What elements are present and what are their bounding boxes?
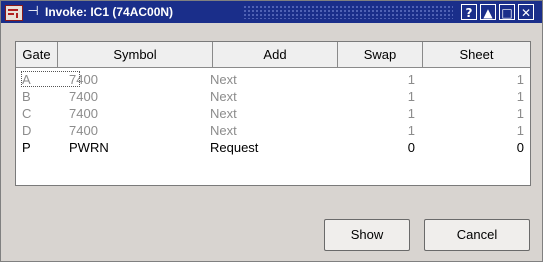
title-bar[interactable]: ⊣ Invoke: IC1 (74AC00N) ? ▲ □ ✕ [1, 1, 542, 23]
sheet-cell: 0 [516, 140, 524, 155]
symbol-cell: 7400 [69, 123, 98, 138]
close-button[interactable]: ✕ [518, 4, 534, 20]
sheet-cell: 1 [516, 106, 524, 121]
column-header-sheet[interactable]: Sheet [423, 42, 530, 68]
swap-cell: 1 [407, 72, 415, 87]
table-row-p[interactable]: P PWRN Request 0 0 [16, 139, 530, 156]
pin-icon[interactable]: ⊣ [25, 5, 41, 19]
table-row-d[interactable]: D 7400 Next 1 1 [16, 122, 530, 139]
gate-cell: C [22, 106, 32, 121]
symbol-cell: 7400 [69, 72, 98, 87]
gate-cell: D [22, 123, 32, 138]
title-bar-grip [243, 5, 453, 19]
gate-cell: A [22, 72, 31, 87]
table-header: Gate Symbol Add Swap Sheet [16, 42, 530, 68]
add-cell: Next [210, 106, 237, 121]
sheet-cell: 1 [516, 72, 524, 87]
add-cell: Next [210, 72, 237, 87]
maximize-button[interactable]: □ [499, 4, 515, 20]
gate-cell: P [22, 140, 31, 155]
gate-cell: B [22, 89, 31, 104]
invoke-dialog: ⊣ Invoke: IC1 (74AC00N) ? ▲ □ ✕ Gate Sym… [0, 0, 543, 262]
symbol-cell: 7400 [69, 89, 98, 104]
column-header-add[interactable]: Add [213, 42, 338, 68]
shade-button[interactable]: ▲ [480, 4, 496, 20]
add-cell: Next [210, 89, 237, 104]
gate-table[interactable]: Gate Symbol Add Swap Sheet A 7400 Next 1… [15, 41, 531, 186]
table-row-c[interactable]: C 7400 Next 1 1 [16, 105, 530, 122]
table-row-b[interactable]: B 7400 Next 1 1 [16, 88, 530, 105]
window-title: Invoke: IC1 (74AC00N) [45, 5, 174, 19]
swap-cell: 1 [407, 106, 415, 121]
help-button[interactable]: ? [461, 4, 477, 20]
swap-cell: 1 [407, 89, 415, 104]
sheet-cell: 1 [516, 123, 524, 138]
cancel-button[interactable]: Cancel [424, 219, 530, 251]
swap-cell: 1 [407, 123, 415, 138]
sheet-cell: 1 [516, 89, 524, 104]
add-cell: Request [210, 140, 259, 155]
add-cell: Next [210, 123, 237, 138]
swap-cell: 0 [407, 140, 415, 155]
column-header-symbol[interactable]: Symbol [58, 42, 213, 68]
column-header-gate[interactable]: Gate [16, 42, 58, 68]
table-row-a[interactable]: A 7400 Next 1 1 [16, 71, 530, 88]
column-header-swap[interactable]: Swap [338, 42, 423, 68]
symbol-cell: 7400 [69, 106, 98, 121]
show-button[interactable]: Show [324, 219, 410, 251]
app-icon[interactable] [5, 5, 23, 21]
symbol-cell: PWRN [69, 140, 109, 155]
